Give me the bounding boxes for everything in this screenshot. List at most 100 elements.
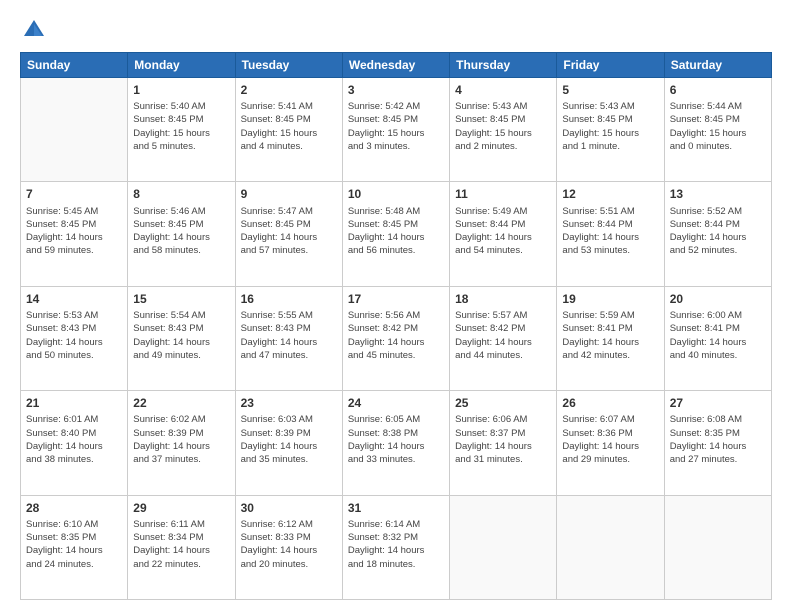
calendar-cell: 31Sunrise: 6:14 AMSunset: 8:32 PMDayligh…	[342, 495, 449, 599]
day-number: 4	[455, 82, 551, 98]
calendar-cell: 26 Sunrise: 6:07 AMSunset: 8:36 PMDayligh…	[557, 391, 664, 495]
day-info: Sunrise: 5:40 AMSunset: 8:45 PMDaylight:…	[133, 100, 229, 153]
header	[20, 16, 772, 44]
day-number: 15	[133, 291, 229, 307]
calendar-cell: 25 Sunrise: 6:06 AMSunset: 8:37 PMDayligh…	[450, 391, 557, 495]
calendar-cell: 24 Sunrise: 6:05 AMSunset: 8:38 PMDayligh…	[342, 391, 449, 495]
day-info: Sunrise: 6:01 AMSunset: 8:40 PMDaylight:…	[26, 413, 122, 466]
calendar-header-tuesday: Tuesday	[235, 53, 342, 78]
day-info: Sunrise: 5:48 AMSunset: 8:45 PMDaylight:…	[348, 205, 444, 258]
logo	[20, 16, 52, 44]
day-number: 3	[348, 82, 444, 98]
page: SundayMondayTuesdayWednesdayThursdayFrid…	[0, 0, 792, 612]
day-number: 28	[26, 500, 122, 516]
day-info: Sunrise: 5:56 AMSunset: 8:42 PMDaylight:…	[348, 309, 444, 362]
day-info: Sunrise: 5:47 AMSunset: 8:45 PMDaylight:…	[241, 205, 337, 258]
calendar-cell	[664, 495, 771, 599]
calendar-cell: 6Sunrise: 5:44 AMSunset: 8:45 PMDaylight…	[664, 78, 771, 182]
day-number: 20	[670, 291, 766, 307]
day-info: Sunrise: 5:41 AMSunset: 8:45 PMDaylight:…	[241, 100, 337, 153]
day-number: 16	[241, 291, 337, 307]
calendar-week-2: 14Sunrise: 5:53 AMSunset: 8:43 PMDayligh…	[21, 286, 772, 390]
calendar-header-thursday: Thursday	[450, 53, 557, 78]
day-number: 24	[348, 395, 444, 411]
day-number: 12	[562, 186, 658, 202]
day-number: 22	[133, 395, 229, 411]
day-info: Sunrise: 5:43 AMSunset: 8:45 PMDaylight:…	[562, 100, 658, 153]
day-number: 14	[26, 291, 122, 307]
day-number: 7	[26, 186, 122, 202]
calendar-cell: 19 Sunrise: 5:59 AMSunset: 8:41 PMDayligh…	[557, 286, 664, 390]
calendar-header-row: SundayMondayTuesdayWednesdayThursdayFrid…	[21, 53, 772, 78]
day-info: Sunrise: 5:52 AMSunset: 8:44 PMDaylight:…	[670, 205, 766, 258]
calendar-header-saturday: Saturday	[664, 53, 771, 78]
calendar-cell: 23Sunrise: 6:03 AMSunset: 8:39 PMDayligh…	[235, 391, 342, 495]
day-info: Sunrise: 6:12 AMSunset: 8:33 PMDaylight:…	[241, 518, 337, 571]
day-info: Sunrise: 6:06 AMSunset: 8:37 PMDaylight:…	[455, 413, 551, 466]
calendar-cell: 29 Sunrise: 6:11 AMSunset: 8:34 PMDayligh…	[128, 495, 235, 599]
calendar-cell: 8Sunrise: 5:46 AMSunset: 8:45 PMDaylight…	[128, 182, 235, 286]
calendar-cell: 17 Sunrise: 5:56 AMSunset: 8:42 PMDayligh…	[342, 286, 449, 390]
day-info: Sunrise: 6:10 AMSunset: 8:35 PMDaylight:…	[26, 518, 122, 571]
day-number: 31	[348, 500, 444, 516]
calendar-header-monday: Monday	[128, 53, 235, 78]
day-info: Sunrise: 5:57 AMSunset: 8:42 PMDaylight:…	[455, 309, 551, 362]
calendar-cell: 22 Sunrise: 6:02 AMSunset: 8:39 PMDayligh…	[128, 391, 235, 495]
day-info: Sunrise: 6:05 AMSunset: 8:38 PMDaylight:…	[348, 413, 444, 466]
calendar-cell: 21 Sunrise: 6:01 AMSunset: 8:40 PMDayligh…	[21, 391, 128, 495]
day-number: 8	[133, 186, 229, 202]
day-number: 30	[241, 500, 337, 516]
day-info: Sunrise: 5:51 AMSunset: 8:44 PMDaylight:…	[562, 205, 658, 258]
day-info: Sunrise: 6:08 AMSunset: 8:35 PMDaylight:…	[670, 413, 766, 466]
calendar-week-0: 1 Sunrise: 5:40 AMSunset: 8:45 PMDaylight…	[21, 78, 772, 182]
day-info: Sunrise: 5:49 AMSunset: 8:44 PMDaylight:…	[455, 205, 551, 258]
day-number: 11	[455, 186, 551, 202]
day-number: 1	[133, 82, 229, 98]
day-info: Sunrise: 6:03 AMSunset: 8:39 PMDaylight:…	[241, 413, 337, 466]
calendar-cell	[21, 78, 128, 182]
day-number: 27	[670, 395, 766, 411]
calendar-cell: 10 Sunrise: 5:48 AMSunset: 8:45 PMDayligh…	[342, 182, 449, 286]
calendar-cell: 7 Sunrise: 5:45 AMSunset: 8:45 PMDaylight…	[21, 182, 128, 286]
calendar-cell: 14Sunrise: 5:53 AMSunset: 8:43 PMDayligh…	[21, 286, 128, 390]
calendar-cell: 12 Sunrise: 5:51 AMSunset: 8:44 PMDayligh…	[557, 182, 664, 286]
calendar-cell	[450, 495, 557, 599]
logo-icon	[20, 16, 48, 44]
day-info: Sunrise: 5:54 AMSunset: 8:43 PMDaylight:…	[133, 309, 229, 362]
day-number: 29	[133, 500, 229, 516]
day-number: 25	[455, 395, 551, 411]
day-info: Sunrise: 5:55 AMSunset: 8:43 PMDaylight:…	[241, 309, 337, 362]
calendar-cell: 28 Sunrise: 6:10 AMSunset: 8:35 PMDayligh…	[21, 495, 128, 599]
day-number: 19	[562, 291, 658, 307]
calendar-header-sunday: Sunday	[21, 53, 128, 78]
calendar-cell: 4 Sunrise: 5:43 AMSunset: 8:45 PMDaylight…	[450, 78, 557, 182]
day-number: 21	[26, 395, 122, 411]
calendar-cell: 1 Sunrise: 5:40 AMSunset: 8:45 PMDaylight…	[128, 78, 235, 182]
day-number: 13	[670, 186, 766, 202]
day-info: Sunrise: 6:07 AMSunset: 8:36 PMDaylight:…	[562, 413, 658, 466]
day-number: 17	[348, 291, 444, 307]
calendar-cell: 11 Sunrise: 5:49 AMSunset: 8:44 PMDayligh…	[450, 182, 557, 286]
day-number: 10	[348, 186, 444, 202]
calendar-cell: 20 Sunrise: 6:00 AMSunset: 8:41 PMDayligh…	[664, 286, 771, 390]
calendar-header-wednesday: Wednesday	[342, 53, 449, 78]
day-info: Sunrise: 5:59 AMSunset: 8:41 PMDaylight:…	[562, 309, 658, 362]
day-number: 2	[241, 82, 337, 98]
day-info: Sunrise: 6:00 AMSunset: 8:41 PMDaylight:…	[670, 309, 766, 362]
calendar-header-friday: Friday	[557, 53, 664, 78]
calendar-cell: 3Sunrise: 5:42 AMSunset: 8:45 PMDaylight…	[342, 78, 449, 182]
day-info: Sunrise: 6:11 AMSunset: 8:34 PMDaylight:…	[133, 518, 229, 571]
day-info: Sunrise: 5:45 AMSunset: 8:45 PMDaylight:…	[26, 205, 122, 258]
day-number: 9	[241, 186, 337, 202]
calendar-cell: 5 Sunrise: 5:43 AMSunset: 8:45 PMDaylight…	[557, 78, 664, 182]
calendar-week-4: 28 Sunrise: 6:10 AMSunset: 8:35 PMDayligh…	[21, 495, 772, 599]
calendar-cell: 15 Sunrise: 5:54 AMSunset: 8:43 PMDayligh…	[128, 286, 235, 390]
calendar-cell: 2 Sunrise: 5:41 AMSunset: 8:45 PMDaylight…	[235, 78, 342, 182]
calendar-cell: 13 Sunrise: 5:52 AMSunset: 8:44 PMDayligh…	[664, 182, 771, 286]
day-number: 5	[562, 82, 658, 98]
day-number: 26	[562, 395, 658, 411]
calendar-week-3: 21 Sunrise: 6:01 AMSunset: 8:40 PMDayligh…	[21, 391, 772, 495]
calendar-cell: 27 Sunrise: 6:08 AMSunset: 8:35 PMDayligh…	[664, 391, 771, 495]
day-info: Sunrise: 6:02 AMSunset: 8:39 PMDaylight:…	[133, 413, 229, 466]
day-info: Sunrise: 5:43 AMSunset: 8:45 PMDaylight:…	[455, 100, 551, 153]
